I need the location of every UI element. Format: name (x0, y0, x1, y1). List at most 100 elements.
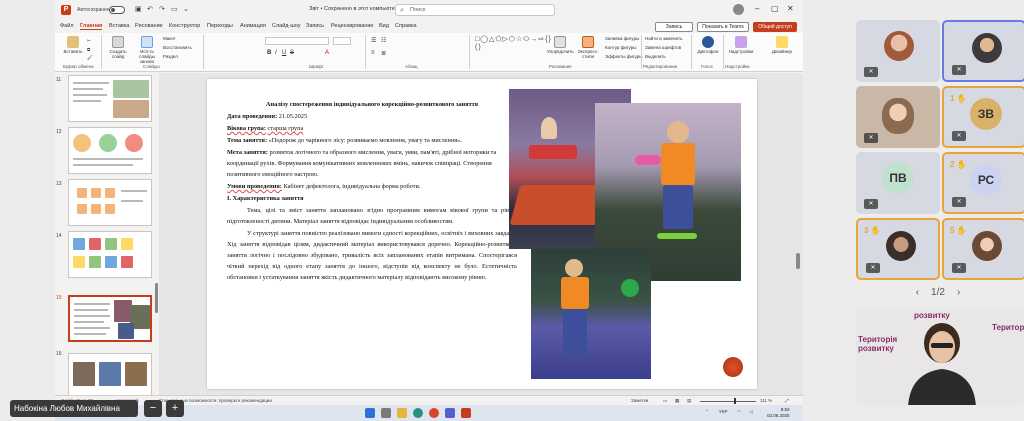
windows-start-icon[interactable] (365, 408, 375, 418)
align-center-icon[interactable]: ≣ (381, 50, 386, 57)
participant-tile[interactable]: ✕ (856, 86, 940, 148)
font-size-dropdown[interactable] (333, 37, 351, 45)
current-slide[interactable]: Аналізу спостереження індивідуального ко… (207, 79, 757, 389)
bullets-icon[interactable]: ☰ (371, 37, 376, 44)
tab-transitions[interactable]: Переходы (207, 23, 233, 29)
zoom-slider-thumb[interactable] (733, 398, 736, 404)
format-painter-icon[interactable]: 🖌 (87, 55, 93, 61)
clock[interactable]: 9:53 02.06.2025 (767, 407, 790, 419)
section-button[interactable]: Раздел (163, 54, 178, 59)
arrange-button[interactable]: Упорядочить (547, 36, 574, 54)
normal-view-icon[interactable]: ▭ (663, 398, 667, 404)
slide-thumbnail[interactable] (68, 231, 152, 278)
slide-thumbnail[interactable] (68, 127, 152, 174)
find-button[interactable]: Найти и заменить (645, 36, 682, 41)
minimize-icon[interactable]: – (755, 4, 759, 13)
editor-scrollbar[interactable] (796, 253, 800, 269)
powerpoint-taskbar-icon[interactable] (461, 408, 471, 418)
edge-icon[interactable] (413, 408, 423, 418)
slide-thumbnail[interactable] (68, 75, 152, 122)
reuse-slides-button[interactable]: Исп-ть слайды заново (133, 36, 161, 64)
participant-tile[interactable]: ✕ (856, 20, 940, 82)
prev-page-button[interactable]: ‹ (916, 287, 919, 298)
slide-thumbnail-active[interactable] (68, 295, 152, 342)
select-button[interactable]: Выделить (645, 54, 666, 59)
maximize-icon[interactable]: ▢ (771, 4, 779, 13)
share-button[interactable]: Общий доступ (753, 22, 797, 32)
file-explorer-icon[interactable] (397, 408, 407, 418)
font-color-button[interactable]: A (325, 50, 329, 56)
designer-button[interactable]: Дизайнер (767, 36, 797, 54)
align-left-icon[interactable]: ≡ (371, 50, 375, 56)
reading-view-icon[interactable]: ▤ (687, 398, 691, 404)
autosave-toggle[interactable] (109, 6, 125, 14)
thumbnail-scrollbar[interactable] (155, 283, 158, 313)
participant-tile[interactable]: ✕ (942, 20, 1024, 82)
volume-icon[interactable]: ◁ (749, 409, 752, 415)
zoom-out-button[interactable]: − (144, 400, 162, 417)
close-icon[interactable]: ✕ (787, 4, 794, 13)
quick-styles-button[interactable]: Экспресс-стили (575, 36, 601, 59)
addins-button[interactable]: Надстройки (725, 36, 757, 54)
tab-design[interactable]: Конструктор (169, 23, 200, 29)
shapes-gallery[interactable]: □◯△⬠▷⬡☆⬭→⇨{}() (475, 36, 551, 62)
participant-tile[interactable]: 3 ✋ ✕ (856, 218, 940, 280)
chrome-icon[interactable] (429, 408, 439, 418)
fit-slide-icon[interactable]: ⤢ (785, 398, 789, 403)
zoom-in-button[interactable]: + (166, 400, 184, 417)
tab-view[interactable]: Вид (379, 23, 389, 29)
replace-fonts-button[interactable]: Замена шрифтов (645, 45, 681, 50)
teams-icon[interactable] (445, 408, 455, 418)
participant-tile[interactable]: 2 ✋ РС ✕ (942, 152, 1024, 214)
sorter-view-icon[interactable]: ▦ (675, 398, 679, 404)
participant-tile[interactable]: 5 ✋ ✕ (942, 218, 1024, 280)
tab-slideshow[interactable]: Слайд-шоу (272, 23, 301, 29)
slide-text-box[interactable]: Аналізу спостереження індивідуального ко… (227, 99, 517, 284)
search-box[interactable]: ⌕ Поиск (395, 4, 555, 16)
wifi-icon[interactable]: ◠ (737, 409, 741, 415)
record-button[interactable]: Запись (655, 22, 693, 32)
numbering-icon[interactable]: ☷ (381, 37, 386, 44)
bold-button[interactable]: B (267, 50, 271, 56)
font-name-dropdown[interactable] (265, 37, 329, 45)
present-in-teams-button[interactable]: Показать в Teams (697, 22, 749, 32)
tab-file[interactable]: Файл (60, 23, 74, 29)
tab-home[interactable]: Главная (80, 23, 103, 30)
zoom-slider[interactable] (700, 401, 756, 402)
slide-thumbnail[interactable] (68, 353, 152, 400)
tab-review[interactable]: Рецензирование (331, 23, 373, 29)
tab-draw[interactable]: Рисование (135, 23, 163, 29)
shape-outline-button[interactable]: Контур фигуры (605, 45, 636, 50)
layout-button[interactable]: Макет (163, 36, 176, 41)
keyboard-language[interactable]: УКР (719, 409, 727, 414)
tab-animation[interactable]: Анимация (240, 23, 266, 29)
participant-tile[interactable]: ПВ ✕ (856, 152, 940, 214)
shape-effects-button[interactable]: Эффекты фигуры (605, 54, 643, 59)
italic-button[interactable]: I (275, 50, 277, 56)
cut-icon[interactable]: ✂ (87, 38, 91, 44)
slide-thumbnail[interactable] (68, 179, 152, 226)
customize-toolbar-icon[interactable]: ⌄ (183, 5, 189, 13)
undo-icon[interactable]: ↶ (147, 5, 153, 13)
shape-fill-button[interactable]: Заливка фигуры (605, 36, 639, 41)
new-slide-button[interactable]: Создать слайд (105, 36, 131, 59)
zoom-level[interactable]: 111 % (760, 398, 772, 403)
dictate-button[interactable]: Диктофон (695, 36, 721, 54)
save-icon[interactable]: ▣ (135, 5, 142, 13)
tab-help[interactable]: Справка (395, 23, 417, 29)
participant-tile[interactable]: 1 ✋ ЗВ ✕ (942, 86, 1024, 148)
next-page-button[interactable]: › (957, 287, 960, 298)
tray-arrow-icon[interactable]: ⌃ (705, 409, 709, 415)
reset-button[interactable]: Восстановить (163, 45, 192, 50)
copy-icon[interactable]: ⧉ (87, 47, 90, 52)
user-avatar[interactable] (733, 4, 744, 15)
tab-insert[interactable]: Вставка (109, 23, 129, 29)
notes-button[interactable]: Заметки (631, 398, 648, 403)
photo-child-lying[interactable] (531, 249, 651, 379)
taskbar-search-icon[interactable] (381, 408, 391, 418)
tab-record[interactable]: Запись (306, 23, 324, 29)
underline-button[interactable]: U (282, 50, 286, 56)
start-slideshow-icon[interactable]: ▭ (171, 5, 178, 13)
strikethrough-button[interactable]: S (290, 50, 294, 56)
redo-icon[interactable]: ↷ (159, 5, 165, 13)
